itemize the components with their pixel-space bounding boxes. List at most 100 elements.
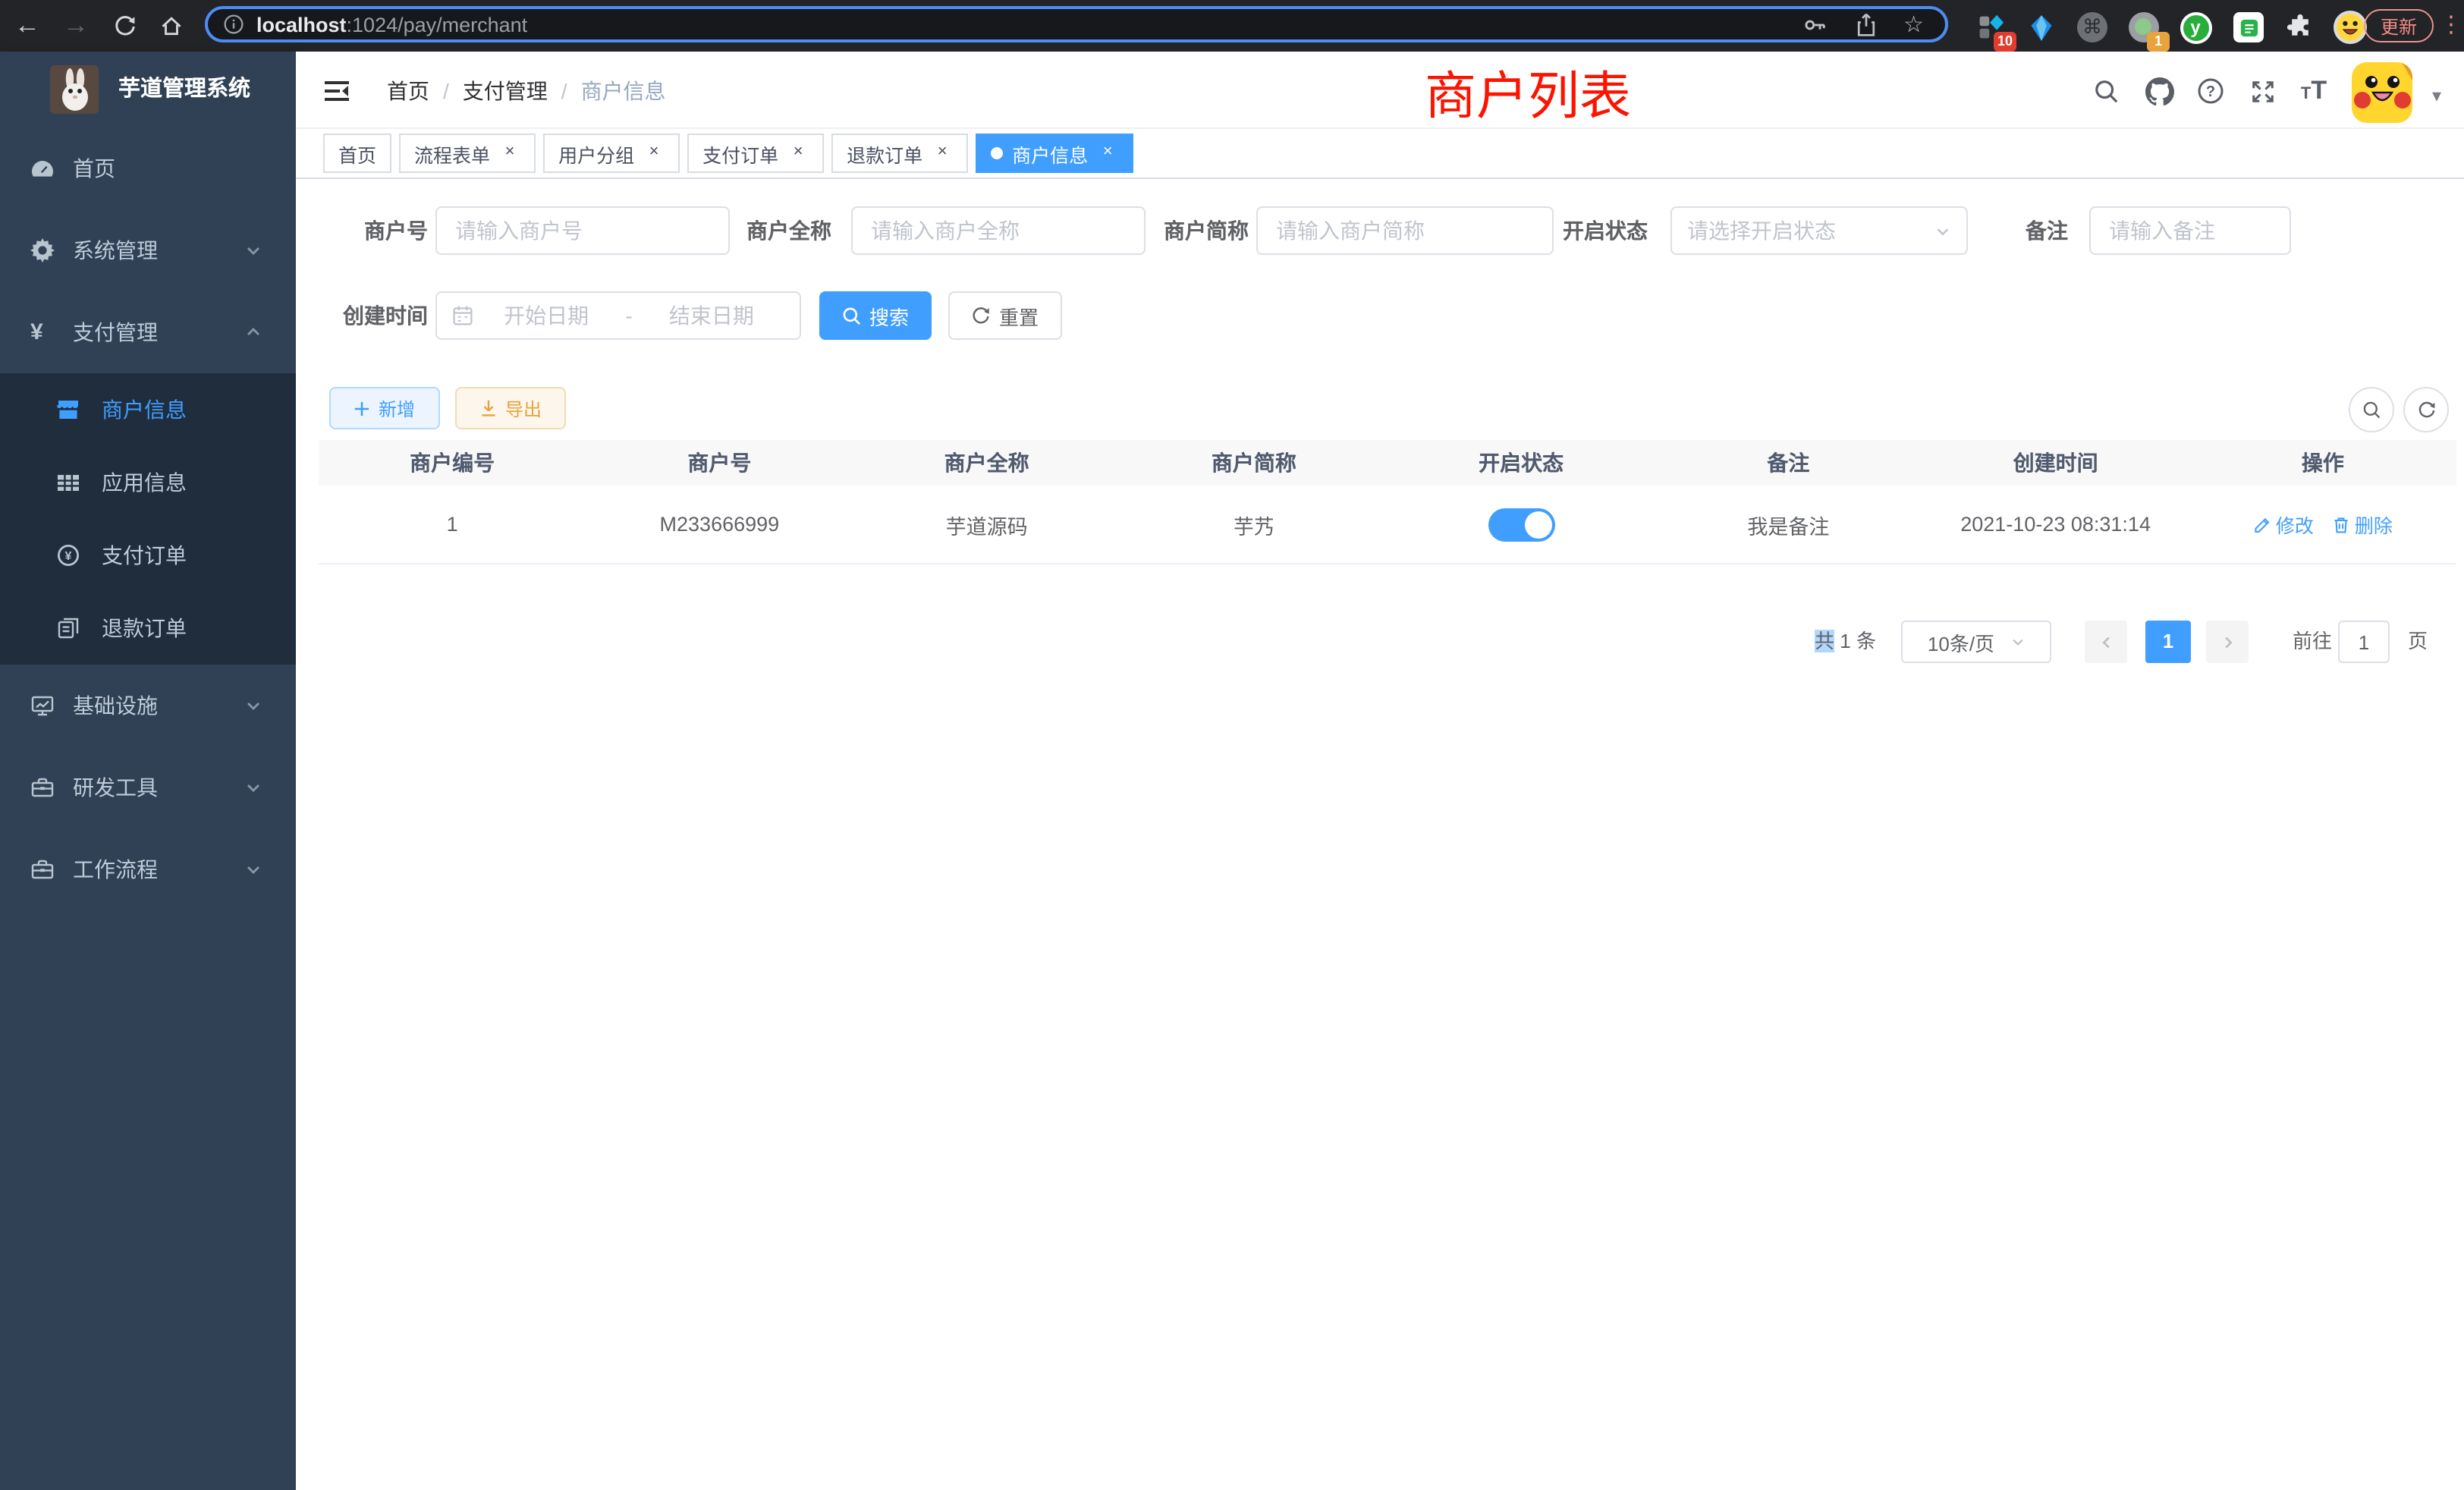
search-button-label: 搜索 — [869, 301, 909, 330]
cell-merchant-id: 1 — [319, 513, 586, 536]
browser-menu-button[interactable]: ⋮ — [2440, 9, 2462, 42]
create-time-range-picker[interactable]: 开始日期 - 结束日期 — [435, 291, 801, 340]
close-icon[interactable]: × — [643, 143, 665, 164]
short-name-input[interactable] — [1256, 206, 1554, 255]
cell-full-name: 芋道源码 — [853, 509, 1120, 539]
site-info-icon[interactable] — [223, 14, 244, 35]
breadcrumb-home[interactable]: 首页 — [387, 76, 429, 106]
goto-page-input[interactable] — [2338, 621, 2390, 663]
sidebar-item-dev-tools[interactable]: 研发工具 — [0, 747, 296, 828]
breadcrumb-separator: / — [561, 79, 567, 103]
chevron-down-icon — [244, 696, 262, 715]
extension-y-icon[interactable]: y — [2179, 11, 2212, 44]
close-icon[interactable]: × — [932, 143, 953, 164]
status-select[interactable]: 请选择开启状态 — [1670, 206, 1968, 255]
merchant-no-input[interactable] — [435, 206, 730, 255]
tab-pay-order[interactable]: 支付订单 × — [687, 134, 824, 173]
password-key-icon[interactable] — [1802, 11, 1828, 37]
sidebar-item-system[interactable]: 系统管理 — [0, 209, 296, 291]
full-name-input[interactable] — [851, 206, 1146, 255]
export-button-label: 导出 — [505, 395, 542, 421]
sidebar-item-workflow[interactable]: 工作流程 — [0, 828, 296, 910]
github-link-button[interactable] — [2136, 52, 2182, 130]
avatar-caret-icon[interactable]: ▾ — [2432, 85, 2441, 106]
text-size-icon: TT — [2301, 76, 2327, 106]
browser-reload-button[interactable] — [105, 0, 144, 52]
sidebar-item-home[interactable]: 首页 — [0, 127, 296, 209]
tab-home[interactable]: 首页 — [323, 134, 391, 173]
browser-forward-button[interactable]: → — [56, 0, 96, 52]
sidebar-item-infrastructure[interactable]: 基础设施 — [0, 665, 296, 747]
table-header: 商户全称 — [853, 448, 1120, 478]
sidebar-logo-row[interactable]: 芋道管理系统 — [0, 52, 296, 127]
page-size-select[interactable]: 10条/页 — [1901, 621, 2051, 663]
page-number-button[interactable]: 1 — [2145, 621, 2191, 663]
sidebar-item-app-info[interactable]: 应用信息 — [0, 446, 296, 519]
close-icon[interactable]: × — [787, 143, 809, 164]
toggle-search-button[interactable] — [2349, 387, 2394, 432]
extension-note-icon[interactable] — [2232, 11, 2265, 44]
extensions-puzzle-icon[interactable] — [2283, 11, 2317, 44]
export-button[interactable]: 导出 — [455, 387, 566, 429]
pagination-total: 共 1 条 — [1815, 621, 1876, 663]
fullscreen-button[interactable] — [2239, 52, 2285, 130]
top-navbar: 首页 / 支付管理 / 商户信息 ? — [296, 52, 2464, 127]
search-icon — [842, 306, 862, 325]
remark-input[interactable] — [2089, 206, 2291, 255]
bookmark-star-icon[interactable]: ☆ — [1903, 13, 1924, 36]
close-icon[interactable]: × — [1097, 143, 1118, 164]
user-avatar[interactable] — [2352, 62, 2412, 123]
edit-label: 修改 — [2276, 510, 2314, 539]
sidebar-collapse-button[interactable] — [314, 52, 360, 130]
extension-command-icon[interactable]: ⌘ — [2076, 11, 2109, 44]
table-header: 开启状态 — [1388, 448, 1655, 478]
prev-page-button[interactable] — [2085, 621, 2127, 663]
next-page-button[interactable] — [2206, 621, 2249, 663]
sidebar-item-pay-order[interactable]: ¥ 支付订单 — [0, 519, 296, 592]
edit-link[interactable]: 修改 — [2253, 510, 2314, 539]
delete-link[interactable]: 删除 — [2332, 510, 2393, 539]
browser-toolbar: ← → localhost:1024/pay/merchant ☆ — [0, 0, 2464, 52]
cell-remark: 我是备注 — [1655, 509, 1922, 539]
table-header: 商户号 — [586, 448, 853, 478]
sidebar-item-payment[interactable]: ¥ 支付管理 — [0, 291, 296, 373]
sidebar: 芋道管理系统 首页 系统管理 ¥ 支付管理 — [0, 52, 296, 1490]
add-button[interactable]: 新增 — [329, 387, 440, 429]
font-size-button[interactable]: TT — [2288, 52, 2340, 130]
search-button[interactable]: 搜索 — [819, 291, 932, 340]
browser-update-button[interactable]: 更新 — [2364, 9, 2434, 42]
extension-tabs-icon[interactable]: 10 — [1974, 11, 2007, 44]
tab-user-group[interactable]: 用户分组 × — [543, 134, 680, 173]
refresh-table-button[interactable] — [2403, 387, 2449, 432]
close-icon[interactable]: × — [499, 143, 520, 164]
tab-merchant-info[interactable]: 商户信息 × — [976, 134, 1133, 173]
browser-home-button[interactable] — [152, 0, 191, 52]
cell-status — [1388, 508, 1655, 541]
tab-label: 退款订单 — [847, 139, 922, 168]
table-header: 商户简称 — [1120, 448, 1388, 478]
tab-refund-order[interactable]: 退款订单 × — [831, 134, 968, 173]
chevron-down-icon — [244, 860, 262, 879]
share-icon[interactable] — [1853, 11, 1878, 37]
header-search-button[interactable] — [2083, 52, 2129, 130]
pagination: 共 1 条 10条/页 1 前往 页 — [296, 621, 2464, 663]
tab-process-form[interactable]: 流程表单 × — [399, 134, 536, 173]
reset-button[interactable]: 重置 — [948, 291, 1062, 340]
table-header: 创建时间 — [1922, 448, 2189, 478]
trash-icon — [2332, 515, 2350, 533]
date-separator: - — [619, 303, 638, 328]
sidebar-item-merchant-info[interactable]: 商户信息 — [0, 373, 296, 446]
breadcrumb-payment[interactable]: 支付管理 — [463, 76, 548, 106]
question-icon: ? — [2197, 77, 2224, 105]
dashboard-icon — [30, 156, 55, 181]
profile-avatar-emoji[interactable] — [2334, 11, 2367, 44]
status-toggle[interactable] — [1488, 508, 1554, 541]
extension-gem-icon[interactable] — [2024, 11, 2057, 44]
help-button[interactable]: ? — [2188, 52, 2233, 130]
sidebar-item-label: 首页 — [73, 127, 115, 209]
sidebar-item-refund-order[interactable]: 退款订单 — [0, 592, 296, 665]
url-text: localhost:1024/pay/merchant — [256, 13, 527, 36]
extension-status-icon[interactable]: 1 — [2127, 11, 2161, 44]
url-bar[interactable]: localhost:1024/pay/merchant ☆ — [205, 6, 1948, 42]
browser-back-button[interactable]: ← — [8, 0, 47, 52]
